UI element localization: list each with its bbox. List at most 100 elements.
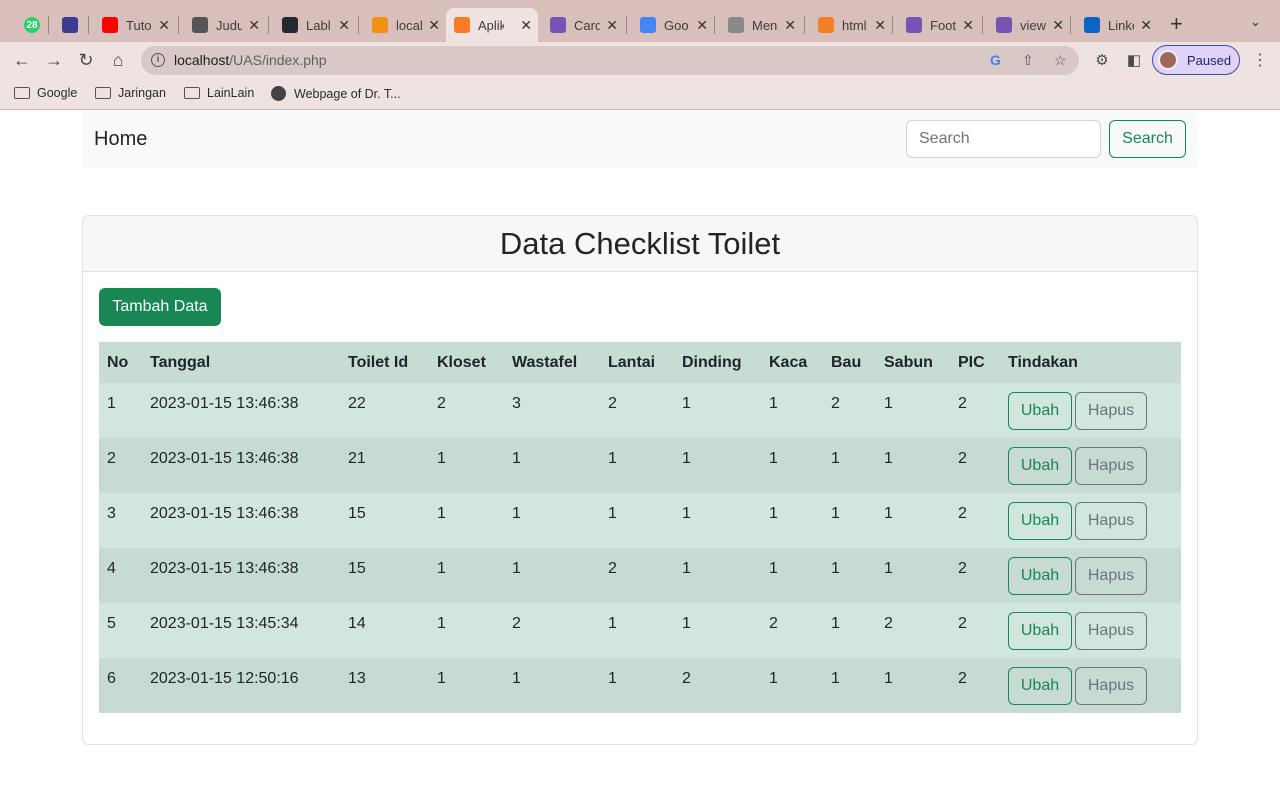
tab-separator: [358, 16, 359, 34]
home-icon[interactable]: ⌂: [106, 48, 130, 72]
edit-button[interactable]: Ubah: [1008, 502, 1072, 540]
edit-button[interactable]: Ubah: [1008, 392, 1072, 430]
table-cell: 2023-01-15 13:46:38: [142, 548, 340, 603]
share-icon[interactable]: ⇧: [1022, 52, 1034, 69]
edit-button[interactable]: Ubah: [1008, 667, 1072, 705]
tab-close-icon[interactable]: ✕: [1140, 17, 1152, 33]
bookmarks-bar: Google Jaringan LainLain Webpage of Dr. …: [0, 78, 1280, 110]
delete-button[interactable]: Hapus: [1075, 667, 1147, 705]
profile-status-label: Paused: [1187, 52, 1232, 68]
edit-button[interactable]: Ubah: [1008, 612, 1072, 650]
browser-tab[interactable]: view ✕: [988, 8, 1070, 42]
back-arrow-icon[interactable]: ←: [10, 48, 34, 72]
bookmark-google[interactable]: Google: [14, 86, 77, 100]
extensions-puzzle-icon[interactable]: ⚙: [1090, 48, 1114, 72]
table-cell: 4: [99, 548, 142, 603]
address-bar[interactable]: i localhost/UAS/index.php G ⇧ ☆: [141, 46, 1079, 75]
bookmark-lainlain[interactable]: LainLain: [184, 86, 254, 100]
profile-button[interactable]: Paused: [1152, 45, 1240, 75]
table-cell: 1: [600, 493, 674, 548]
reload-icon[interactable]: ↻: [74, 48, 98, 72]
browser-tab[interactable]: html ✕: [810, 8, 892, 42]
delete-button[interactable]: Hapus: [1075, 557, 1147, 595]
table-row: 1 2023-01-15 13:46:38 22 2 3 2 1 1 2 1 2 Ubah Hapus: [99, 383, 1181, 438]
browser-tab[interactable]: Labl ✕: [274, 8, 356, 42]
table-cell: 2: [429, 383, 504, 438]
edit-button[interactable]: Ubah: [1008, 557, 1072, 595]
tab-close-icon[interactable]: ✕: [338, 17, 350, 33]
bookmark-star-icon[interactable]: ☆: [1054, 52, 1067, 69]
table-cell: 5: [99, 603, 142, 658]
table-cell: 1: [429, 658, 504, 713]
browser-tab[interactable]: Linke ✕: [1076, 8, 1158, 42]
tab-close-icon[interactable]: ✕: [962, 17, 974, 33]
table-cell: 2023-01-15 13:46:38: [142, 438, 340, 493]
tab-separator: [88, 16, 89, 34]
tab-close-icon[interactable]: ✕: [874, 17, 886, 33]
delete-button[interactable]: Hapus: [1075, 502, 1147, 540]
tab-close-icon[interactable]: ✕: [428, 17, 440, 33]
navbar-brand-home[interactable]: Home: [94, 128, 147, 151]
tab-close-icon[interactable]: ✕: [696, 17, 708, 33]
browser-tab[interactable]: [54, 8, 90, 42]
bootstrap-icon: [906, 17, 922, 33]
youtube-icon: [102, 17, 118, 33]
side-panel-icon[interactable]: ◧: [1122, 48, 1146, 72]
tab-search-chevron-icon[interactable]: ⌄: [1250, 14, 1261, 30]
bookmark-label: Webpage of Dr. T...: [294, 86, 401, 101]
google-lens-icon[interactable]: G: [990, 52, 1001, 68]
table-cell: 3: [504, 383, 600, 438]
card-header: Data Checklist Toilet: [83, 216, 1197, 272]
tab-close-icon[interactable]: ✕: [606, 17, 618, 33]
tab-separator: [892, 16, 893, 34]
tab-close-icon[interactable]: ✕: [1052, 17, 1064, 33]
browser-tab[interactable]: local ✕: [364, 8, 446, 42]
browser-tab[interactable]: Foot ✕: [898, 8, 980, 42]
table-cell: 6: [99, 658, 142, 713]
delete-button[interactable]: Hapus: [1075, 392, 1147, 430]
browser-tab-bar: + ⌄ 28 Tuto ✕ Judu ✕ Labl ✕ local ✕ Aplik ✕ Card ✕ Go…: [0, 0, 1280, 42]
browser-tab[interactable]: Tuto ✕: [94, 8, 176, 42]
search-input[interactable]: [906, 120, 1101, 158]
delete-button[interactable]: Hapus: [1075, 447, 1147, 485]
table-cell: 1: [429, 548, 504, 603]
browser-tab[interactable]: Goo ✕: [632, 8, 714, 42]
browser-tab[interactable]: Card ✕: [542, 8, 624, 42]
url-host: localhost: [174, 52, 230, 68]
bookmark-webpage[interactable]: Webpage of Dr. T...: [271, 86, 401, 101]
site-navbar: Home Search: [82, 111, 1198, 167]
forward-arrow-icon[interactable]: →: [42, 48, 66, 72]
table-cell: 1: [876, 658, 950, 713]
bookmark-jaringan[interactable]: Jaringan: [95, 86, 166, 100]
edit-button[interactable]: Ubah: [1008, 447, 1072, 485]
avatar: [1158, 50, 1178, 70]
browser-menu-icon[interactable]: ⋮: [1248, 48, 1272, 72]
page-title: Data Checklist Toilet: [499, 226, 781, 261]
table-cell: 1: [761, 383, 823, 438]
table-cell: 1: [429, 493, 504, 548]
tab-label: Labl: [306, 17, 331, 33]
tab-close-icon[interactable]: ✕: [784, 17, 796, 33]
column-header: Tindakan: [1000, 342, 1181, 383]
tab-close-icon[interactable]: ✕: [248, 17, 260, 33]
browser-tab[interactable]: Men ✕: [720, 8, 802, 42]
add-data-button[interactable]: Tambah Data: [99, 288, 221, 326]
folder-icon: [95, 87, 111, 99]
address-url[interactable]: localhost/UAS/index.php: [174, 52, 327, 68]
tab-close-icon[interactable]: ✕: [158, 17, 170, 33]
tab-label: Foot: [930, 17, 956, 33]
url-path: /UAS/index.php: [229, 52, 327, 68]
tab-close-icon[interactable]: ✕: [520, 17, 532, 33]
browser-tab[interactable]: Aplik ✕: [446, 8, 538, 42]
browser-toolbar: ← → ↻ ⌂ i localhost/UAS/index.php G ⇧ ☆ …: [0, 42, 1280, 78]
search-button[interactable]: Search: [1109, 120, 1186, 158]
table-cell: 1: [761, 658, 823, 713]
browser-tab[interactable]: Judu ✕: [184, 8, 266, 42]
new-tab-icon[interactable]: +: [1170, 13, 1183, 35]
delete-button[interactable]: Hapus: [1075, 612, 1147, 650]
site-info-icon[interactable]: i: [151, 53, 165, 67]
browser-tab[interactable]: 28: [16, 8, 48, 42]
table-cell: 1: [823, 438, 876, 493]
tab-separator: [982, 16, 983, 34]
table-cell: 1: [761, 438, 823, 493]
